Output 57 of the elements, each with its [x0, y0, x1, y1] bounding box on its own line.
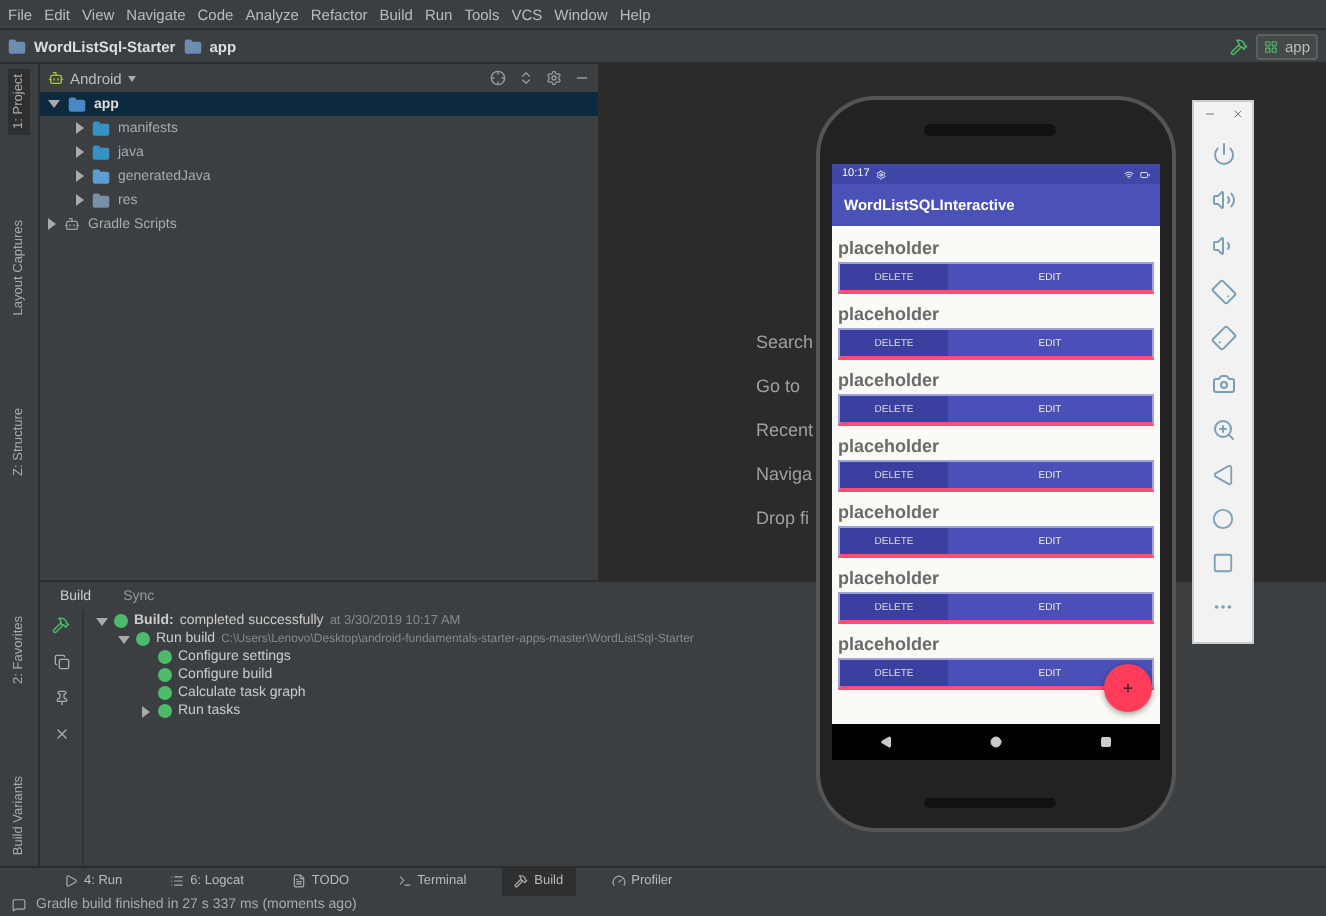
- play-icon: [64, 874, 78, 888]
- volume-down-icon[interactable]: [1211, 234, 1235, 258]
- terminal-icon: [397, 874, 412, 888]
- folder-icon: [92, 191, 110, 209]
- expand-arrow-icon[interactable]: [76, 146, 84, 158]
- hammer-icon: [514, 874, 529, 888]
- expand-arrow-icon[interactable]: [76, 170, 84, 182]
- add-button[interactable]: +: [1104, 664, 1152, 712]
- gauge-icon: [611, 874, 626, 888]
- word-text: placeholder: [838, 304, 942, 326]
- expand-arrow-icon[interactable]: [76, 122, 84, 134]
- message-icon: [12, 898, 26, 912]
- word-text: placeholder: [838, 436, 942, 458]
- volume-up-icon[interactable]: [1211, 188, 1235, 212]
- close-icon[interactable]: [53, 726, 69, 742]
- editor-hint: Naviga: [756, 464, 813, 486]
- close-icon[interactable]: [1231, 108, 1243, 120]
- collapse-icon[interactable]: [518, 70, 534, 86]
- expand-arrow-icon[interactable]: [48, 218, 56, 230]
- power-icon[interactable]: [1211, 142, 1235, 166]
- editor-hint: Recent: [756, 420, 814, 442]
- overview-icon[interactable]: [1099, 736, 1112, 748]
- locate-icon[interactable]: [490, 70, 506, 86]
- folder-icon: [68, 95, 86, 113]
- caret-icon: [127, 75, 136, 81]
- word-text: placeholder: [838, 238, 942, 260]
- folder-icon: [92, 119, 110, 137]
- copy-icon[interactable]: [53, 654, 69, 670]
- home-icon[interactable]: [989, 736, 1002, 748]
- back-icon[interactable]: [880, 736, 893, 748]
- word-text: placeholder: [838, 568, 942, 590]
- folder-icon: [92, 167, 110, 185]
- rotate-left-icon[interactable]: [1206, 275, 1240, 309]
- word-text: placeholder: [838, 370, 942, 392]
- zoom-icon[interactable]: [1211, 418, 1235, 442]
- editor-hint: Drop fi: [756, 508, 810, 530]
- pin-icon[interactable]: [53, 690, 69, 706]
- settings-icon[interactable]: [546, 70, 562, 86]
- editor-hint: Search: [756, 332, 814, 354]
- wifi-icon: [1124, 169, 1134, 179]
- expand-arrow-icon[interactable]: [48, 100, 60, 108]
- folder-icon: [92, 143, 110, 161]
- camera-icon[interactable]: [1211, 372, 1235, 396]
- android-icon: [48, 70, 64, 86]
- hammer-icon[interactable]: [52, 616, 70, 634]
- word-text: placeholder: [838, 634, 942, 656]
- rotate-right-icon[interactable]: [1206, 321, 1240, 355]
- folder-icon: [183, 37, 202, 55]
- expand-arrow-icon[interactable]: [142, 705, 150, 717]
- battery-icon: [1140, 169, 1150, 179]
- module-icon: [1264, 39, 1279, 53]
- settings-icon: [875, 169, 886, 179]
- folder-icon: [8, 37, 26, 55]
- hammer-icon[interactable]: [1230, 37, 1249, 55]
- expand-arrow-icon[interactable]: [76, 194, 84, 206]
- editor-hint: Go to: [756, 376, 801, 398]
- word-text: placeholder: [838, 502, 942, 524]
